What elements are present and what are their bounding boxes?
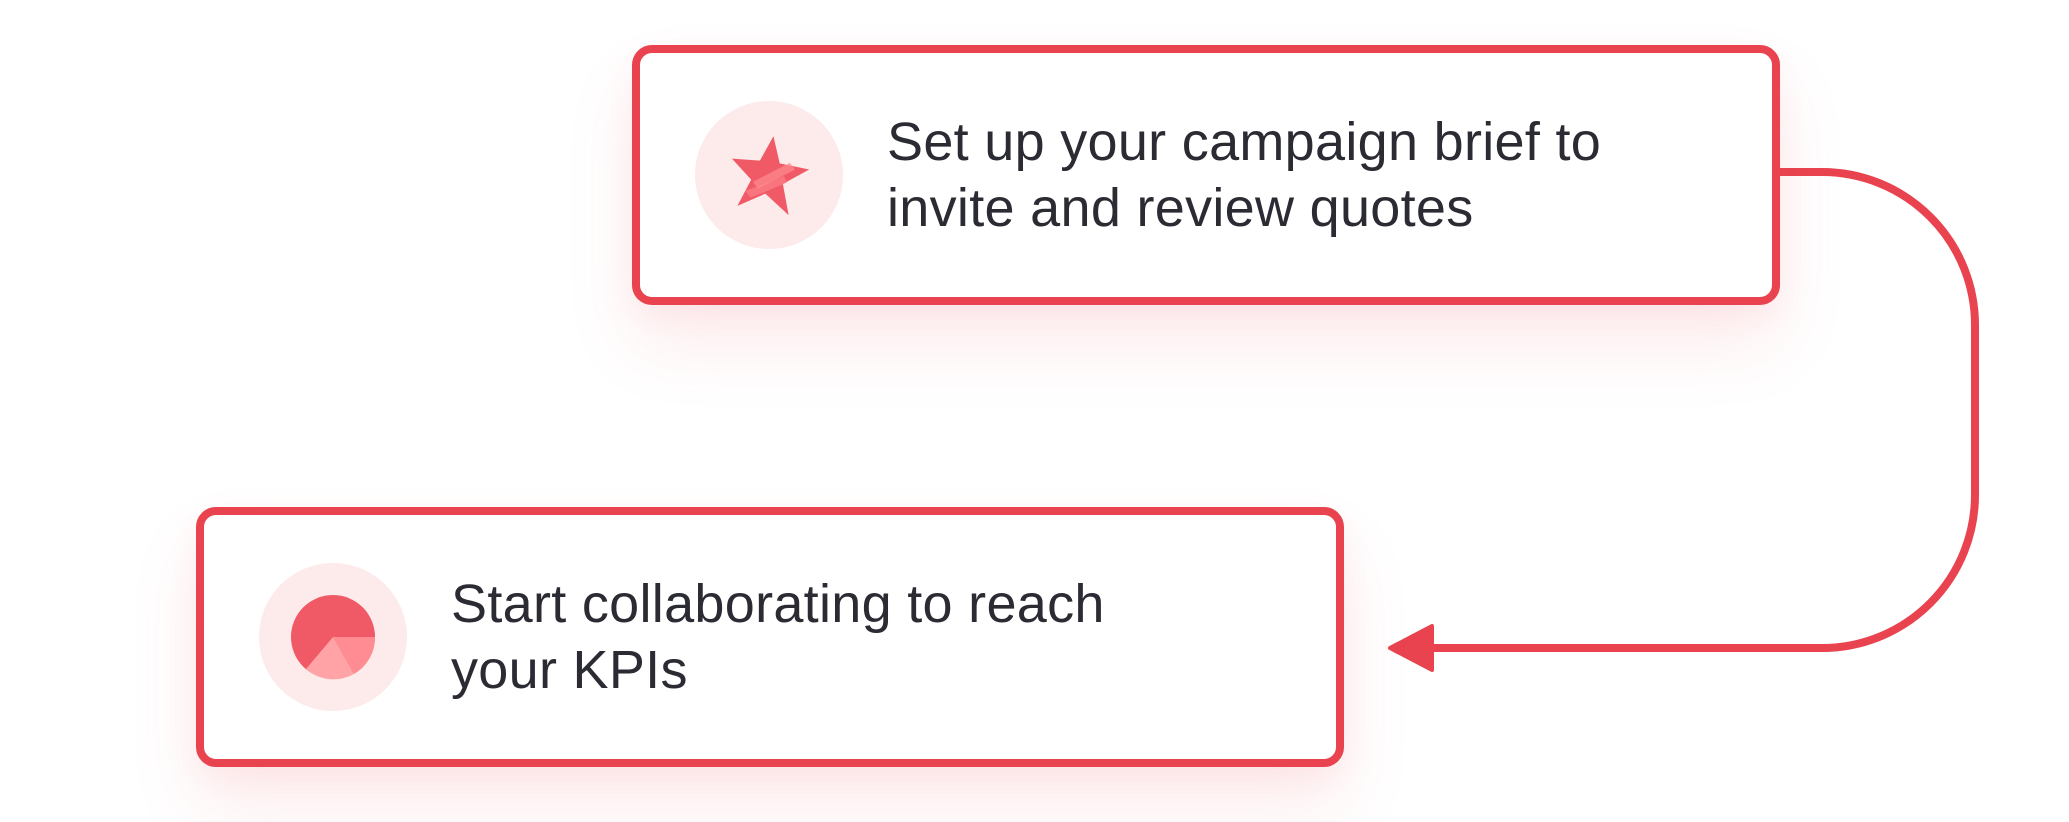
pie-chart-icon xyxy=(291,595,376,680)
step-description: Start collaborating to reach your KPIs xyxy=(451,571,1105,703)
step-card-campaign-brief: Set up your campaign brief to invite and… xyxy=(632,45,1780,305)
step-description: Set up your campaign brief to invite and… xyxy=(887,109,1601,241)
step-text-line-2: your KPIs xyxy=(451,640,688,700)
step-text-line-2: invite and review quotes xyxy=(887,178,1474,238)
star-icon xyxy=(731,136,810,216)
step-card-collaborate: Start collaborating to reach your KPIs xyxy=(196,507,1344,767)
arrowhead xyxy=(1388,624,1434,672)
step-icon-badge xyxy=(695,101,843,249)
step-text-line-1: Start collaborating to reach xyxy=(451,574,1105,634)
step-text-line-1: Set up your campaign brief to xyxy=(887,112,1602,172)
step-icon-badge xyxy=(259,563,407,711)
